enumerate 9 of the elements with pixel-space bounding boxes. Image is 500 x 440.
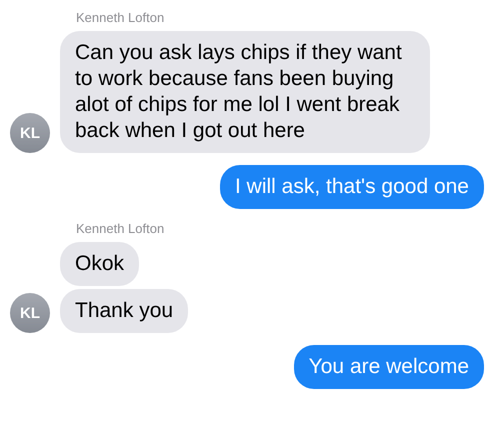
message-bubble: Okok (60, 242, 140, 286)
message-bubble: Thank you (60, 289, 188, 333)
sender-name: Kenneth Lofton (76, 10, 166, 25)
sender-name: Kenneth Lofton (76, 221, 166, 236)
message-bubble: Can you ask lays chips if they want to work because fans been buying alot of chips for me lol I went break back when I got out here (60, 31, 430, 153)
avatar[interactable]: KL (10, 113, 50, 153)
message-bubble: You are welcome (294, 345, 484, 389)
avatar[interactable]: KL (10, 293, 50, 333)
message-bubble: I will ask, that's good one (220, 165, 484, 209)
